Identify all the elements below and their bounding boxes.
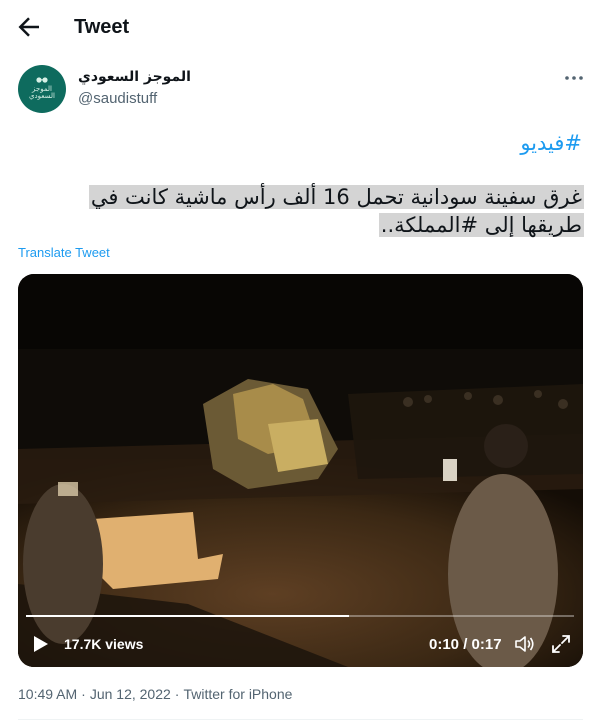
separator: ·: [174, 686, 180, 702]
fullscreen-button[interactable]: [551, 634, 571, 654]
header: Tweet: [0, 0, 616, 53]
video-progress-bar[interactable]: [26, 615, 574, 617]
volume-icon: [515, 636, 534, 652]
avatar-logo-text: الموجز السعودي: [29, 85, 55, 100]
tweet-source[interactable]: Twitter for iPhone: [183, 686, 292, 702]
divider: [18, 719, 583, 720]
back-button[interactable]: [14, 12, 44, 42]
avatar[interactable]: الموجز السعودي: [18, 65, 66, 113]
fullscreen-icon: [552, 635, 570, 653]
play-icon: [34, 636, 48, 652]
author-display-name[interactable]: الموجز السعودي: [78, 69, 191, 85]
more-button[interactable]: [562, 68, 586, 88]
translate-tweet-link[interactable]: Translate Tweet: [18, 245, 110, 260]
author-handle[interactable]: @saudistuff: [78, 90, 157, 107]
view-count: 17.7K views: [64, 636, 144, 652]
separator: ·: [81, 686, 86, 702]
hashtag-link[interactable]: #فيديو: [520, 131, 582, 155]
video-player[interactable]: 17.7K views 0:10 / 0:17: [18, 274, 583, 667]
video-time: 0:10 / 0:17: [429, 636, 502, 653]
video-frame: [18, 274, 583, 667]
back-arrow-icon: [18, 17, 39, 37]
video-progress-fill: [26, 615, 350, 617]
play-button[interactable]: [32, 634, 50, 654]
volume-button[interactable]: [514, 634, 536, 654]
logo-icon: [36, 77, 48, 83]
tweet-text-content: غرق سفينة سودانية تحمل 16 ألف رأس ماشية …: [88, 185, 584, 237]
page-title: Tweet: [74, 16, 130, 38]
tweet-text: غرق سفينة سودانية تحمل 16 ألف رأس ماشية …: [32, 183, 584, 239]
tweet-date[interactable]: Jun 12, 2022: [90, 686, 171, 702]
tweet-metadata: 10:49 AM · Jun 12, 2022 · Twitter for iPhone: [18, 686, 292, 702]
more-icon: [565, 76, 583, 80]
tweet-time[interactable]: 10:49 AM: [18, 686, 77, 702]
